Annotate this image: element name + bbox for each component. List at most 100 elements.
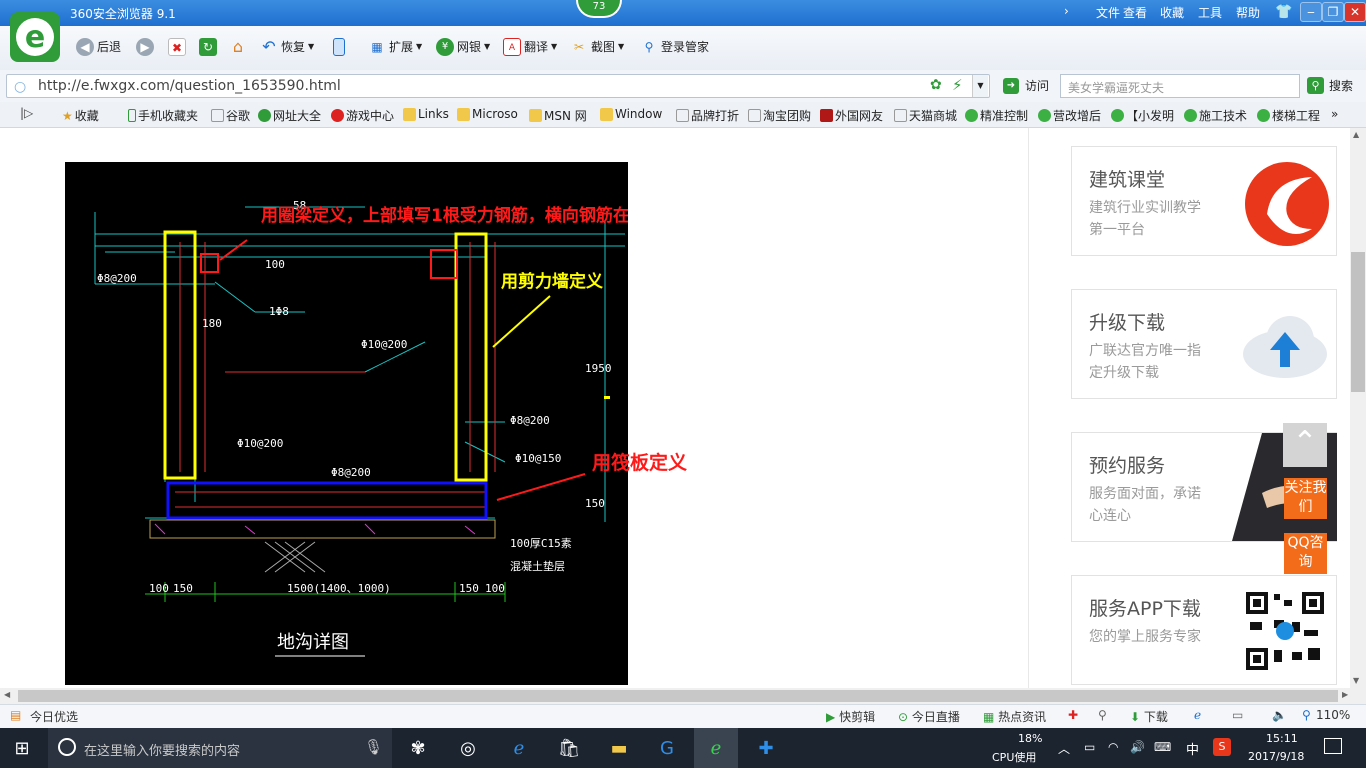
menu-file[interactable]: 文件 <box>1096 4 1120 21</box>
fav-item-9[interactable]: 品牌打折 <box>676 107 739 124</box>
fav-item-6[interactable]: Microso <box>457 107 518 121</box>
netbank-button[interactable]: ¥ 网银 ▼ <box>436 36 490 58</box>
speaker-icon[interactable]: 🔊 <box>1130 740 1145 754</box>
browser-logo-icon[interactable]: e <box>10 12 60 62</box>
windows-start-icon[interactable]: ⊞ <box>0 728 44 768</box>
skin-icon[interactable]: 👕 <box>1275 4 1292 20</box>
go-button[interactable]: ➜ 访问 <box>1003 77 1049 94</box>
zoom-icon[interactable]: ⚲ <box>1302 708 1311 722</box>
menu-favorites[interactable]: 收藏 <box>1160 4 1184 21</box>
vertical-scrollbar[interactable] <box>1350 128 1366 688</box>
fav-item-11[interactable]: 外国网友 <box>820 107 883 124</box>
qq-consult-button[interactable]: QQ咨询 <box>1284 533 1327 574</box>
scroll-left-icon[interactable]: ◀ <box>4 690 10 699</box>
menu-tools[interactable]: 工具 <box>1198 4 1222 21</box>
window-icon[interactable]: ▭ <box>1232 708 1243 722</box>
search-button[interactable]: ⚲ 搜索 <box>1307 77 1353 94</box>
home-button[interactable]: ⌂ <box>229 36 247 58</box>
more-favorites-icon[interactable]: » <box>1331 107 1338 121</box>
lightning-icon[interactable]: ⚡ <box>952 76 963 94</box>
ime-indicator[interactable]: 中 <box>1186 739 1199 758</box>
scroll-down-icon[interactable]: ▼ <box>1353 676 1359 685</box>
back-button[interactable]: ◀ 后退 <box>76 36 121 58</box>
follow-us-button[interactable]: 关注我们 <box>1284 478 1327 519</box>
fav-item-17[interactable]: 楼梯工程 <box>1257 107 1320 124</box>
annotation-raft: 用筏板定义 <box>592 452 688 474</box>
wifi-icon[interactable]: ◠ <box>1108 740 1118 754</box>
scroll-right-icon[interactable]: ▶ <box>1342 690 1348 699</box>
chevron-down-icon: ▼ <box>618 42 625 51</box>
fav-item-2[interactable]: 谷歌 <box>211 107 250 124</box>
card-subtitle: 您的掌上服务专家 <box>1089 629 1201 645</box>
refresh-button[interactable]: ↻ <box>199 36 217 58</box>
app-swirl-icon[interactable]: ◎ <box>446 728 490 768</box>
forward-button[interactable]: ▶ <box>136 36 154 58</box>
fav-item-10[interactable]: 淘宝团购 <box>748 107 811 124</box>
fav-item-5[interactable]: Links <box>403 107 449 121</box>
fav-item-0[interactable]: ★ 收藏 <box>62 107 99 124</box>
store-icon[interactable]: 🛍 <box>547 728 591 768</box>
cloud-upload-icon <box>1243 316 1327 378</box>
action-center-icon[interactable] <box>1324 738 1342 754</box>
task-view-icon[interactable]: ✾ <box>396 728 440 768</box>
menu-view[interactable]: 查看 <box>1123 4 1147 21</box>
glodon-app-icon[interactable]: G <box>645 728 689 768</box>
url-dropdown-icon[interactable]: ▼ <box>972 75 988 97</box>
sidebar-toggle-icon[interactable]: |▷ <box>20 106 33 120</box>
fav-item-8[interactable]: Window <box>600 107 662 121</box>
screenshot-button[interactable]: ✂ 截图 ▼ <box>570 36 624 58</box>
vertical-scroll-thumb[interactable] <box>1351 252 1365 392</box>
security-icon[interactable]: ✿ <box>930 77 942 93</box>
close-button[interactable]: ✕ <box>1344 2 1366 22</box>
status-item-news[interactable]: ▦ 热点资讯 <box>983 708 1046 725</box>
cad-label-b150r: 150 <box>459 582 479 595</box>
maximize-button[interactable]: ❐ <box>1322 2 1344 22</box>
fav-item-1[interactable]: 手机收藏夹 <box>128 107 198 124</box>
scroll-up-icon[interactable]: ▲ <box>1353 130 1359 139</box>
pin-icon[interactable]: ⚲ <box>1098 708 1107 722</box>
fav-item-4[interactable]: 游戏中心 <box>331 107 394 124</box>
sidebar-card-upgrade[interactable]: 升级下载 广联达官方唯一指定升级下载 <box>1071 289 1337 399</box>
daily-picks-icon[interactable]: ▤ <box>10 708 21 722</box>
status-item-download[interactable]: ⬇ 下载 <box>1130 708 1168 725</box>
edge-browser-icon[interactable]: ℯ <box>497 728 541 768</box>
volume-icon[interactable]: 🔈 <box>1272 708 1287 722</box>
back-to-top-icon[interactable]: ⌃ <box>1283 423 1327 467</box>
fav-item-12[interactable]: 天猫商城 <box>894 107 957 124</box>
status-item-clip[interactable]: ▶ 快剪辑 <box>826 708 875 725</box>
news-icon: ▦ <box>983 710 995 724</box>
keyboard-icon[interactable]: ⌨ <box>1154 740 1171 754</box>
menu-help[interactable]: 帮助 <box>1236 4 1260 21</box>
stop-button[interactable]: ✖ <box>168 36 186 58</box>
horizontal-scroll-thumb[interactable] <box>18 690 1338 702</box>
fav-item-13[interactable]: 精准控制 <box>965 107 1028 124</box>
sidebar-card-classroom[interactable]: 建筑课堂 建筑行业实训教学第一平台 <box>1071 146 1337 256</box>
tray-chevron-up-icon[interactable]: ︿ <box>1058 740 1070 757</box>
minimize-button[interactable]: ‒ <box>1300 2 1322 22</box>
zoom-level[interactable]: 110% <box>1316 708 1350 722</box>
remote-app-icon[interactable]: ✚ <box>744 728 788 768</box>
fav-item-14[interactable]: 营改增后 <box>1038 107 1101 124</box>
file-explorer-icon[interactable]: ▬ <box>597 728 641 768</box>
sogou-icon[interactable]: S <box>1213 738 1231 756</box>
phone-button[interactable] <box>333 36 345 58</box>
translate-button[interactable]: A 翻译 ▼ <box>503 36 557 58</box>
status-item-live[interactable]: ⊙ 今日直播 <box>898 708 960 725</box>
extend-button[interactable]: ▦ 扩展 ▼ <box>368 36 422 58</box>
restore-button[interactable]: ↶ 恢复 ▼ <box>260 36 314 58</box>
login-manager-button[interactable]: ⚲ 登录管家 <box>640 36 709 58</box>
daily-picks-link[interactable]: 今日优选 <box>30 708 78 725</box>
fav-item-16[interactable]: 施工技术 <box>1184 107 1247 124</box>
clock-date[interactable]: 2017/9/18 <box>1248 750 1304 763</box>
url-text[interactable]: http://e.fwxgx.com/question_1653590.html <box>38 78 341 94</box>
microphone-icon[interactable]: 🎙 <box>364 738 383 756</box>
fav-item-3[interactable]: 网址大全 <box>258 107 321 124</box>
fav-item-15[interactable]: 【小发明 <box>1111 107 1174 124</box>
fav-item-7[interactable]: MSN 网 <box>529 107 587 124</box>
360-browser-taskbar-icon[interactable]: ℯ <box>694 728 738 768</box>
clock-time[interactable]: 15:11 <box>1266 732 1298 745</box>
battery-icon[interactable]: ▭ <box>1084 740 1095 754</box>
medical-icon[interactable]: ✚ <box>1068 708 1078 722</box>
ie-icon[interactable]: ℯ <box>1194 708 1201 722</box>
sidebar-card-app[interactable]: 服务APP下载 您的掌上服务专家 <box>1071 575 1337 685</box>
